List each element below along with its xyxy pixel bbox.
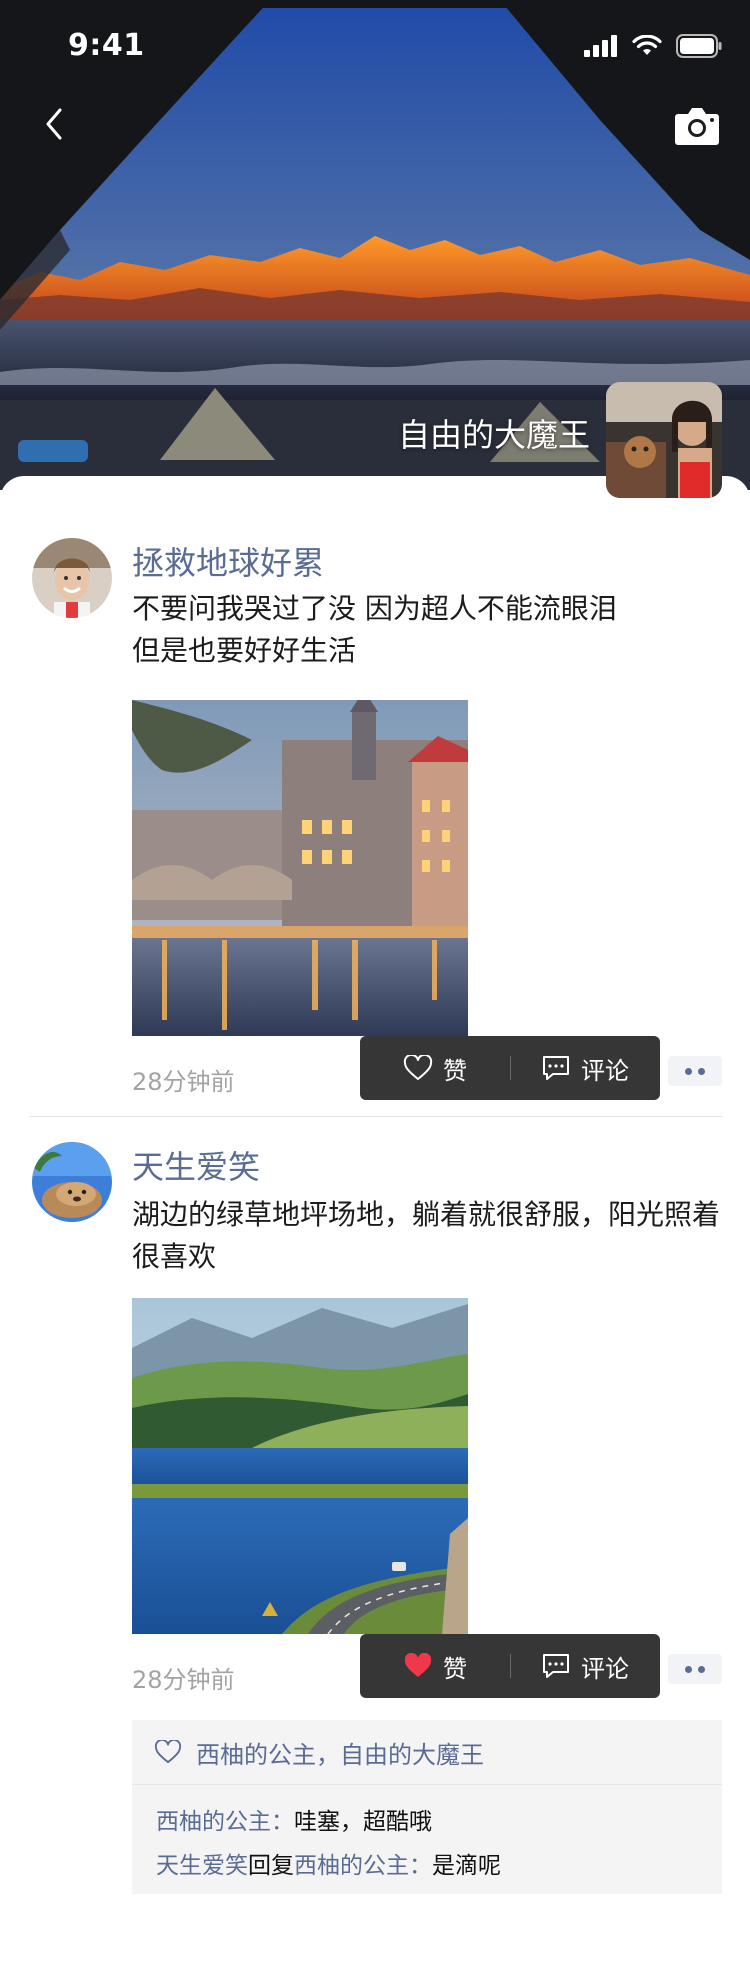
comment-separator: ： — [271, 1809, 294, 1835]
wifi-icon — [632, 35, 662, 55]
post-author[interactable]: 天生爱笑 — [132, 1142, 260, 1188]
avatar-photo — [32, 1142, 112, 1222]
likes-row[interactable]: 西柚的公主，自由的大魔王 — [132, 1720, 722, 1784]
comment-label: 评论 — [581, 1056, 629, 1085]
comment-item[interactable]: 天生爱笑回复西柚的公主：是滴呢 — [156, 1846, 501, 1880]
comment-text: 是滴呢 — [432, 1853, 501, 1879]
post-author[interactable]: 拯救地球好累 — [132, 538, 324, 584]
like-button[interactable]: 赞 — [360, 1036, 510, 1100]
like-label: 赞 — [443, 1056, 467, 1085]
canal-city-photo — [132, 700, 468, 1036]
more-dot-icon — [685, 1067, 692, 1075]
status-time: 9:41 — [68, 28, 145, 63]
post-content: 湖边的绿草地坪场地，躺着就很舒服，阳光照着很喜欢 — [132, 1198, 721, 1273]
avatar[interactable] — [32, 538, 112, 618]
heart-filled-icon — [404, 1653, 432, 1677]
comment-button[interactable]: 评论 — [510, 1634, 660, 1698]
post-time: 28分钟前 — [132, 1068, 235, 1096]
comment-author[interactable]: 西柚的公主 — [156, 1809, 271, 1835]
more-dot-icon — [698, 1665, 705, 1673]
post-photo[interactable] — [132, 1298, 468, 1634]
comment-icon — [543, 1056, 569, 1080]
profile-avatar[interactable] — [606, 382, 722, 498]
lake-hills-photo — [132, 1298, 468, 1634]
moments-page: 9:41 自由的大魔王 拯救地球好累 不要问我哭过了没 因为超人不能流眼泪 但是… — [0, 0, 750, 1978]
more-dot-icon — [698, 1067, 705, 1075]
like-comment-popup: 赞 评论 — [360, 1036, 660, 1100]
like-label: 赞 — [443, 1654, 467, 1683]
heart-outline-icon — [403, 1055, 433, 1080]
post-photo[interactable] — [132, 700, 468, 1036]
like-comment-popup: 赞 评论 — [360, 1634, 660, 1698]
likes-comments-box: 西柚的公主，自由的大魔王 西柚的公主：哇塞，超酷哦 天生爱笑回复西柚的公主：是滴… — [132, 1720, 722, 1894]
comment-icon — [543, 1654, 569, 1678]
likes-names: 西柚的公主，自由的大魔王 — [196, 1740, 484, 1769]
post-time: 28分钟前 — [132, 1666, 235, 1694]
comment-text: 哇塞，超酷哦 — [294, 1809, 432, 1835]
like-button[interactable]: 赞 — [360, 1634, 510, 1698]
comment-label: 评论 — [581, 1654, 629, 1683]
comment-item[interactable]: 西柚的公主：哇塞，超酷哦 — [156, 1802, 432, 1836]
post-content: 不要问我哭过了没 因为超人不能流眼泪 但是也要好好生活 — [132, 592, 617, 667]
more-button[interactable] — [668, 1654, 722, 1684]
camera-button[interactable] — [674, 104, 720, 146]
chevron-left-icon — [46, 108, 62, 140]
back-button[interactable] — [36, 104, 76, 144]
feed-sheet: 拯救地球好累 不要问我哭过了没 因为超人不能流眼泪 但是也要好好生活 28分钟前… — [0, 476, 750, 1978]
post-divider — [30, 1116, 722, 1117]
status-bar: 9:41 — [0, 0, 750, 88]
heart-outline-icon — [154, 1740, 182, 1764]
comment-author[interactable]: 天生爱笑 — [156, 1853, 248, 1879]
box-divider — [132, 1784, 722, 1785]
avatar[interactable] — [32, 1142, 112, 1222]
more-dot-icon — [685, 1665, 692, 1673]
profile-photo — [606, 382, 722, 498]
comment-separator: ： — [409, 1853, 432, 1879]
avatar-photo — [32, 538, 112, 618]
more-button[interactable] — [668, 1056, 722, 1086]
camera-icon — [675, 108, 719, 145]
status-icons — [584, 32, 722, 60]
comment-button[interactable]: 评论 — [510, 1036, 660, 1100]
signal-icon — [584, 35, 617, 57]
reply-word: 回复 — [248, 1853, 294, 1879]
profile-name[interactable]: 自由的大魔王 — [398, 410, 590, 456]
battery-icon — [676, 34, 722, 58]
reply-to-name[interactable]: 西柚的公主 — [294, 1853, 409, 1879]
